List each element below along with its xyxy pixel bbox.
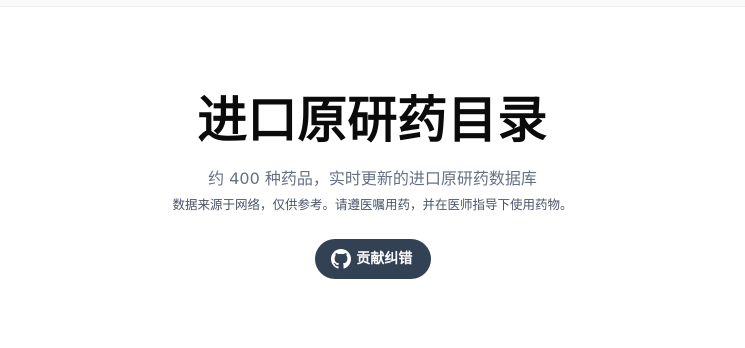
hero-section: 进口原研药目录 约 400 种药品，实时更新的进口原研药数据库 数据来源于网络，…: [0, 0, 745, 348]
disclaimer-text: 数据来源于网络，仅供参考。请遵医嘱用药，并在医师指导下使用药物。: [172, 197, 573, 212]
github-icon: [330, 249, 351, 269]
page-title: 进口原研药目录: [197, 91, 548, 149]
contribute-button-label: 贡献纠错: [356, 251, 413, 267]
page-subtitle: 约 400 种药品，实时更新的进口原研药数据库: [208, 169, 537, 188]
contribute-button[interactable]: 贡献纠错: [314, 239, 431, 279]
